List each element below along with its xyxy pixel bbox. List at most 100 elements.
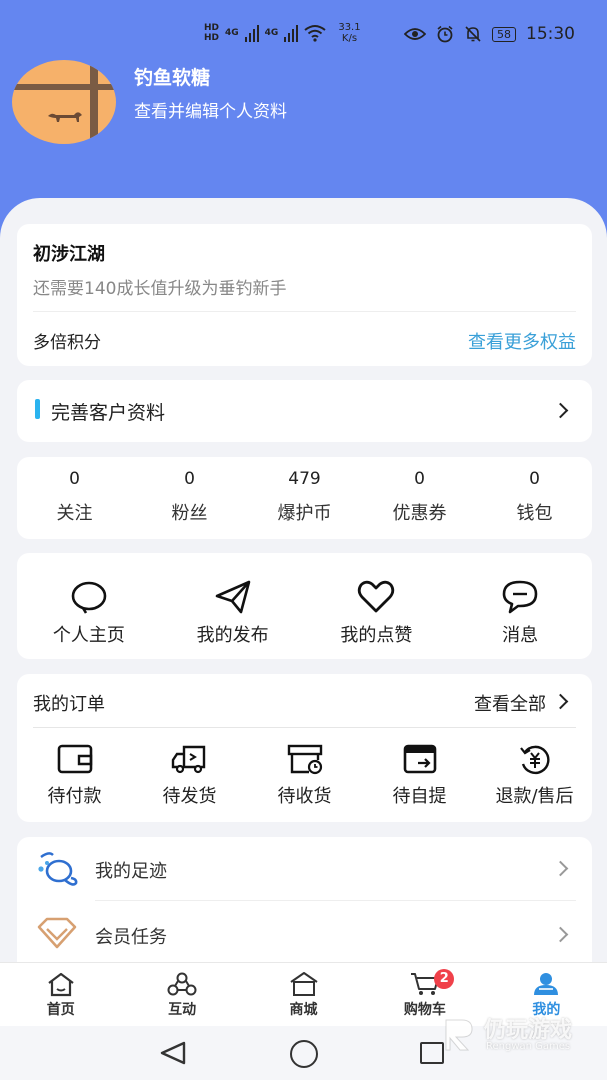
hd-indicator-2: HD [204,33,220,43]
level-card: 初涉江湖 还需要140成长值升级为垂钓新手 多倍积分 查看更多权益 [17,224,592,366]
personal-homepage-button[interactable]: 个人主页 [17,553,161,659]
mute-bell-icon [465,26,481,42]
order-to-ship[interactable]: 待发货 [132,742,247,808]
receive-box-icon [287,744,322,775]
tab-interaction[interactable]: 互动 [121,963,242,1026]
stat-followers[interactable]: 0 粉丝 [132,457,247,539]
chevron-right-icon [552,926,569,943]
my-likes-button[interactable]: 我的点赞 [305,553,449,659]
watermark-text: 仍玩游戏 [484,1018,573,1043]
list-item-label: 我的足迹 [95,861,167,882]
stat-coins[interactable]: 479 爆护币 [247,457,362,539]
home-icon [48,972,74,997]
stat-value: 0 [69,469,80,489]
order-status-label: 待自提 [392,786,447,807]
complete-profile-label: 完善客户资料 [51,402,166,424]
heart-icon [358,580,395,613]
order-pending-payment[interactable]: 待付款 [17,742,132,808]
refund-icon [519,745,550,775]
level-description: 还需要140成长值升级为垂钓新手 [33,279,287,299]
exclamation-icon [35,399,40,419]
chevron-right-icon [552,860,569,877]
stats-card: 0 关注 0 粉丝 479 爆护币 0 优惠券 0 钱包 [17,457,592,539]
tab-store[interactable]: 商城 [243,963,364,1026]
order-status-label: 待发货 [162,786,217,807]
watermark: 仍玩游戏 Rengwan Games [440,1008,600,1062]
home-button-icon[interactable] [290,1040,318,1068]
dog-silhouette [48,112,82,122]
battery-indicator: 58 [492,26,516,42]
quick-action-label: 我的点赞 [340,625,413,646]
more-benefits-link[interactable]: 查看更多权益 [468,328,576,354]
chat-bubble-icon [71,581,107,614]
eye-icon [404,28,426,40]
status-bar: HD HD 4G 4G 33.1 K/s 58 15:30 [0,22,607,52]
complete-profile-row[interactable]: 完善客户资料 [17,380,592,442]
network-type-2: 4G [264,28,279,38]
divider [33,311,576,312]
order-status-label: 待付款 [47,786,102,807]
pickup-card-icon [403,744,436,774]
stat-label: 粉丝 [171,503,208,524]
stat-label: 优惠券 [392,503,447,524]
interaction-icon [167,972,197,996]
edit-profile-link[interactable]: 查看并编辑个人资料 [134,97,287,122]
network-speed: 33.1 K/s [338,22,360,44]
hd-indicators: HD HD [204,23,219,43]
chevron-right-icon[interactable] [552,693,569,710]
tab-home[interactable]: 首页 [0,963,121,1026]
stat-following[interactable]: 0 关注 [17,457,132,539]
points-label: 多倍积分 [33,333,101,353]
stat-label: 钱包 [516,503,553,524]
orders-title: 我的订单 [33,694,105,715]
orders-card: 我的订单 查看全部 待付款 待发货 待收货 待自提 退款/售后 [17,674,592,822]
quick-action-label: 我的发布 [196,625,269,646]
order-self-pickup[interactable]: 待自提 [362,742,477,808]
network-type-1: 4G [225,28,239,38]
truck-icon [171,745,205,774]
order-status-label: 退款/售后 [495,786,574,807]
list-item-label: 会员任务 [95,927,167,948]
wifi-icon [304,25,326,42]
cart-badge: 2 [434,969,455,989]
signal-icon-2 [284,24,299,42]
chevron-right-icon [552,402,569,419]
clock: 15:30 [526,24,575,44]
diamond-icon [37,917,77,949]
signal-icon [244,24,259,42]
footprint-icon [38,852,78,886]
menu-list-card: 我的足迹 会员任务 [17,837,592,977]
stat-value: 479 [288,469,321,489]
quick-action-label: 消息 [502,625,539,646]
order-to-receive[interactable]: 待收货 [247,742,362,808]
store-icon [289,972,318,996]
stat-value: 0 [529,469,540,489]
wallet-icon [57,744,92,774]
hd-indicator-1: HD [204,23,220,33]
stat-label: 关注 [56,503,93,524]
watermark-subtext: Rengwan Games [486,1041,571,1052]
stat-value: 0 [184,469,195,489]
my-posts-button[interactable]: 我的发布 [161,553,305,659]
message-icon [502,580,538,614]
watermark-logo [445,1019,473,1051]
profile-name[interactable]: 钓鱼软糖 [134,63,210,90]
order-refund-aftersale[interactable]: 退款/售后 [477,742,592,808]
messages-button[interactable]: 消息 [448,553,592,659]
avatar[interactable] [12,60,116,144]
quick-actions-card: 个人主页 我的发布 我的点赞 消息 [17,553,592,659]
view-all-orders-link[interactable]: 查看全部 [474,690,546,716]
back-icon[interactable] [158,1040,188,1066]
stat-wallet[interactable]: 0 钱包 [477,457,592,539]
alarm-icon [437,25,453,43]
level-title: 初涉江湖 [33,244,105,265]
list-item-member-tasks[interactable]: 会员任务 [17,901,592,965]
user-icon [534,973,559,995]
speed-unit: K/s [341,33,358,44]
quick-action-label: 个人主页 [52,625,125,646]
tab-label: 首页 [46,1002,75,1018]
send-icon [215,580,250,614]
list-item-footprint[interactable]: 我的足迹 [17,837,592,901]
stat-coupons[interactable]: 0 优惠券 [362,457,477,539]
tab-label: 商城 [289,1002,318,1018]
